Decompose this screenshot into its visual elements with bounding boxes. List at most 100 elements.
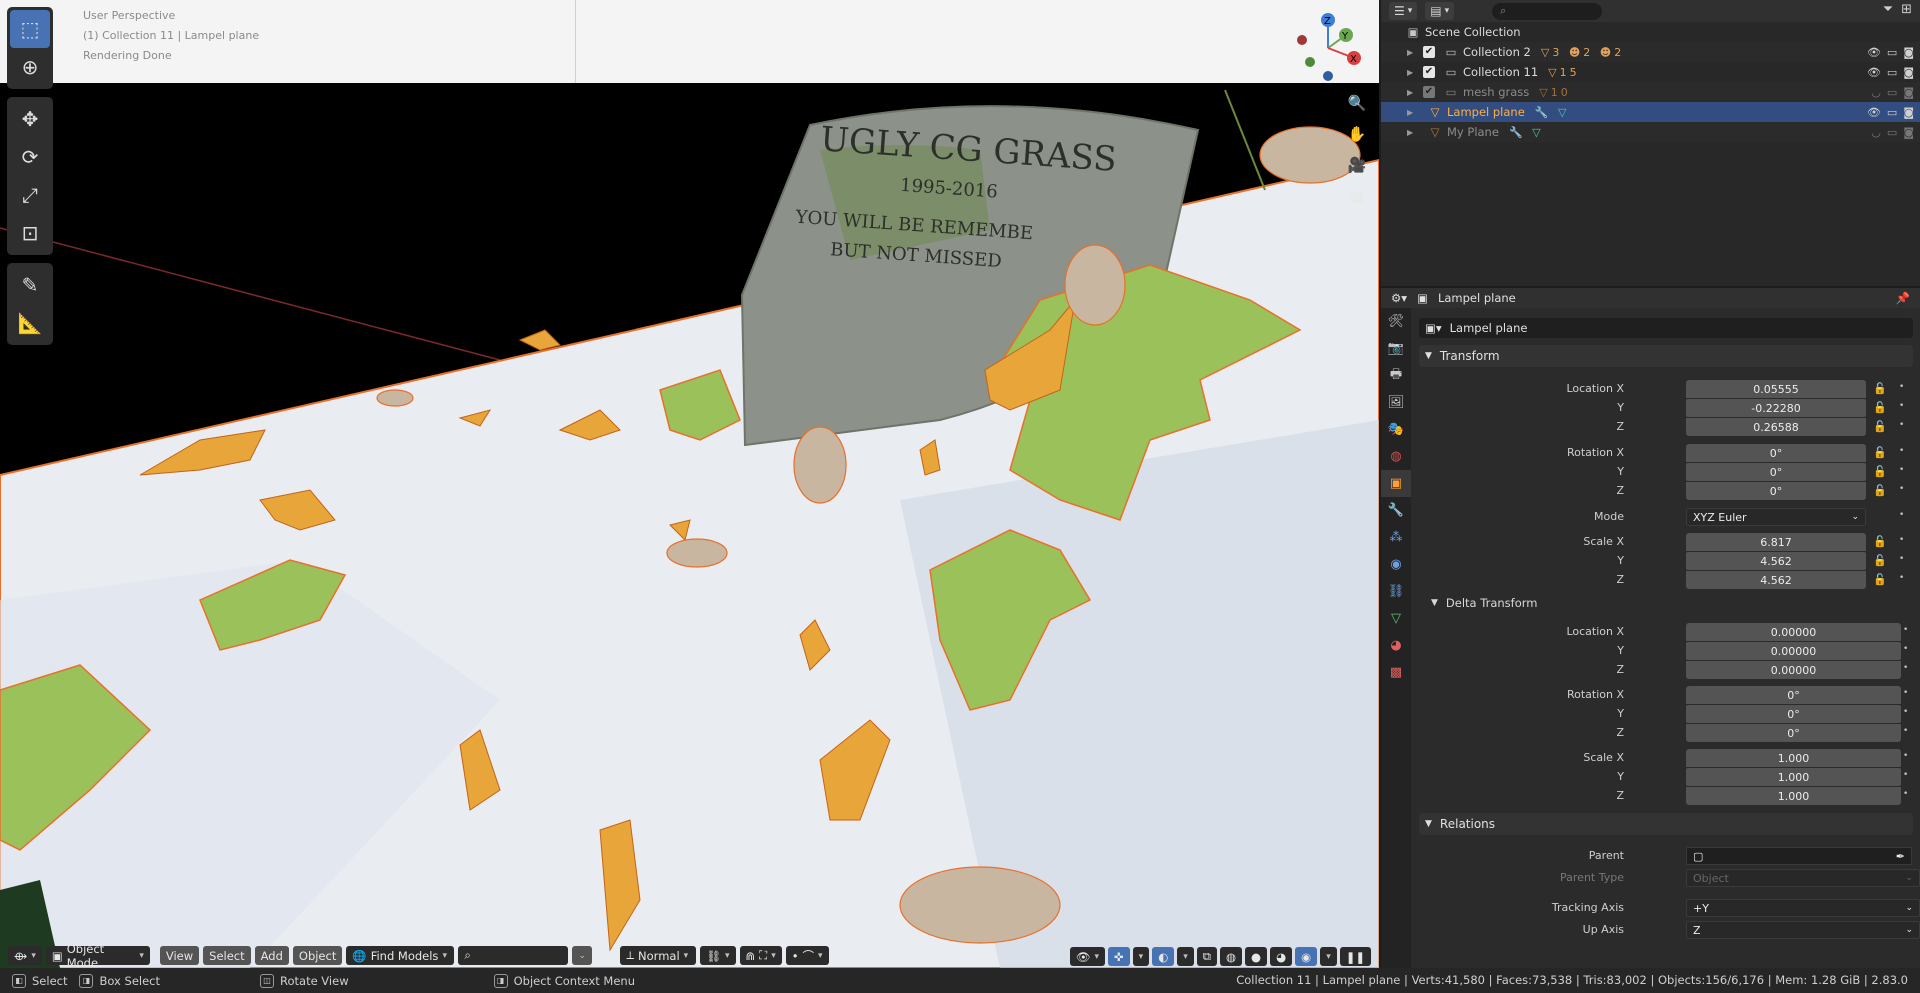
- tab-scene[interactable]: 🎭: [1381, 416, 1411, 443]
- delta-location-y-field[interactable]: 0.00000: [1686, 642, 1901, 660]
- lock-icon[interactable]: 🔓: [1873, 382, 1887, 395]
- lock-icon[interactable]: 🔓: [1873, 420, 1887, 433]
- scale-x-field[interactable]: 6.817: [1686, 533, 1866, 551]
- expand-arrow-icon[interactable]: ▶: [1407, 88, 1419, 97]
- keyframe-dot-icon[interactable]: •: [1903, 625, 1908, 635]
- outliner-search-input[interactable]: ⌕: [1492, 2, 1603, 20]
- keyframe-dot-icon[interactable]: •: [1903, 726, 1908, 736]
- eye-closed-icon[interactable]: ◡: [1871, 126, 1881, 139]
- eye-icon[interactable]: 👁: [1867, 46, 1881, 59]
- keyframe-dot-icon[interactable]: •: [1903, 644, 1908, 654]
- keyframe-dot-icon[interactable]: •: [1903, 770, 1908, 780]
- proportional-edit-toggle[interactable]: • ⌒ ▾: [785, 946, 829, 965]
- gizmo-toggle[interactable]: ✜: [1108, 947, 1130, 966]
- parent-field[interactable]: ▢ ✒: [1686, 847, 1912, 865]
- rotation-x-field[interactable]: 0°: [1686, 444, 1866, 462]
- outliner-row-mesh-grass[interactable]: ▶ ✔ ▭ mesh grass ▽10 ◡ ▭ ◙: [1381, 82, 1920, 102]
- new-collection-icon[interactable]: ⊞: [1901, 2, 1912, 17]
- rotation-mode-dropdown[interactable]: XYZ Euler ⌄: [1686, 508, 1866, 526]
- expand-arrow-icon[interactable]: ▶: [1407, 128, 1419, 137]
- 3d-viewport[interactable]: UGLY CG GRASS 1995-2016 YOU WILL BE REME…: [0, 0, 1379, 968]
- object-name-field[interactable]: ▣▾ Lampel plane: [1419, 318, 1913, 338]
- annotate-tool[interactable]: ✎: [10, 266, 50, 304]
- viewport-search-field[interactable]: ⌕: [458, 946, 569, 965]
- monitor-icon[interactable]: ▭: [1887, 46, 1897, 59]
- rotate-tool[interactable]: ⟳: [10, 138, 50, 176]
- eye-closed-icon[interactable]: ◡: [1871, 86, 1881, 99]
- tab-tool[interactable]: 🛠: [1381, 308, 1411, 335]
- tab-output[interactable]: 🖶: [1381, 362, 1411, 389]
- properties-editor-type-icon[interactable]: ⚙▾: [1391, 291, 1407, 305]
- scale-tool[interactable]: ⤢: [10, 176, 50, 214]
- monitor-icon[interactable]: ▭: [1887, 86, 1897, 99]
- overlay-toggle[interactable]: ◐: [1152, 947, 1175, 966]
- location-y-field[interactable]: -0.22280: [1686, 399, 1866, 417]
- keyframe-dot-icon[interactable]: •: [1899, 401, 1904, 411]
- keyframe-dot-icon[interactable]: •: [1899, 446, 1904, 456]
- tab-texture[interactable]: ▩: [1381, 659, 1411, 686]
- find-models-dropdown[interactable]: 🌐 Find Models ▾: [346, 946, 455, 965]
- select-box-tool[interactable]: ⬚: [10, 10, 50, 48]
- monitor-icon[interactable]: ▭: [1887, 126, 1897, 139]
- keyframe-dot-icon[interactable]: •: [1903, 688, 1908, 698]
- location-z-field[interactable]: 0.26588: [1686, 418, 1866, 436]
- eye-icon[interactable]: 👁: [1867, 106, 1881, 119]
- lock-icon[interactable]: 🔓: [1873, 465, 1887, 478]
- outliner-editor-type[interactable]: ☰ ▾: [1389, 2, 1418, 20]
- camera-icon[interactable]: ◙: [1903, 66, 1914, 79]
- delta-location-z-field[interactable]: 0.00000: [1686, 661, 1901, 679]
- keyframe-dot-icon[interactable]: •: [1899, 484, 1904, 494]
- shading-wireframe[interactable]: ◍: [1220, 947, 1243, 966]
- mode-dropdown[interactable]: ▣ Object Mode ▾: [45, 942, 150, 968]
- expand-arrow-icon[interactable]: ▶: [1407, 68, 1419, 77]
- transform-panel-header[interactable]: ▼ Transform: [1419, 345, 1913, 367]
- menu-object[interactable]: Object: [292, 946, 343, 965]
- pivot-point-dropdown[interactable]: ⛓ ▾: [700, 946, 736, 965]
- keyframe-dot-icon[interactable]: •: [1899, 382, 1904, 392]
- pin-icon[interactable]: 📌: [1896, 291, 1910, 305]
- keyframe-dot-icon[interactable]: •: [1899, 420, 1904, 430]
- filter-icon[interactable]: ⏷: [1883, 2, 1893, 17]
- search-menu-button[interactable]: ⌄: [572, 946, 593, 965]
- shading-material[interactable]: ◕: [1270, 947, 1293, 966]
- delta-scale-z-field[interactable]: 1.000: [1686, 787, 1901, 805]
- delta-transform-header[interactable]: ▼ Delta Transform: [1431, 593, 1537, 613]
- shading-solid[interactable]: ●: [1245, 947, 1268, 966]
- shading-dropdown[interactable]: ▾: [1320, 947, 1337, 966]
- tab-constraints[interactable]: ⛓: [1381, 578, 1411, 605]
- outliner-row-my-plane[interactable]: ▶ ▽ My Plane 🔧 ▽ ◡ ▭ ◙: [1381, 122, 1920, 142]
- tab-world[interactable]: ◍: [1381, 443, 1411, 470]
- tab-render[interactable]: 📷: [1381, 335, 1411, 362]
- gizmo-dropdown[interactable]: ▾: [1132, 947, 1150, 966]
- monitor-icon[interactable]: ▭: [1887, 106, 1897, 119]
- move-tool[interactable]: ✥: [10, 100, 50, 138]
- tab-particles[interactable]: ⁂: [1381, 524, 1411, 551]
- expand-arrow-icon[interactable]: ▶: [1407, 108, 1419, 117]
- tab-view-layer[interactable]: 🖼: [1381, 389, 1411, 416]
- rotation-y-field[interactable]: 0°: [1686, 463, 1866, 481]
- lock-icon[interactable]: 🔓: [1873, 446, 1887, 459]
- snap-toggle[interactable]: ⋒ ⛶ ▾: [739, 946, 782, 965]
- menu-add[interactable]: Add: [254, 946, 289, 965]
- xray-toggle[interactable]: ⧉: [1196, 947, 1217, 966]
- delta-rotation-z-field[interactable]: 0°: [1686, 724, 1901, 742]
- pause-render-button[interactable]: ❚❚: [1339, 947, 1371, 966]
- scale-z-field[interactable]: 4.562: [1686, 571, 1866, 589]
- editor-type-button[interactable]: ⟴ ▾: [8, 946, 42, 965]
- tab-object[interactable]: ▣: [1381, 470, 1411, 497]
- parent-type-dropdown[interactable]: Object ⌄: [1686, 869, 1920, 887]
- relations-panel-header[interactable]: ▼ Relations: [1419, 813, 1913, 835]
- keyframe-dot-icon[interactable]: •: [1899, 554, 1904, 564]
- keyframe-dot-icon[interactable]: •: [1899, 535, 1904, 545]
- camera-icon[interactable]: ◙: [1903, 46, 1914, 59]
- keyframe-dot-icon[interactable]: •: [1903, 751, 1908, 761]
- delta-location-x-field[interactable]: 0.00000: [1686, 623, 1901, 641]
- delta-scale-y-field[interactable]: 1.000: [1686, 768, 1901, 786]
- camera-icon[interactable]: ◙: [1903, 86, 1914, 99]
- navigation-gizmo[interactable]: Z Y X: [1288, 10, 1368, 85]
- tab-modifiers[interactable]: 🔧: [1381, 497, 1411, 524]
- scale-y-field[interactable]: 4.562: [1686, 552, 1866, 570]
- zoom-button[interactable]: 🔍: [1344, 90, 1370, 116]
- display-mode-dropdown[interactable]: ▤ ▾: [1425, 2, 1455, 20]
- outliner-row-scene-collection[interactable]: ▣ Scene Collection: [1381, 22, 1920, 42]
